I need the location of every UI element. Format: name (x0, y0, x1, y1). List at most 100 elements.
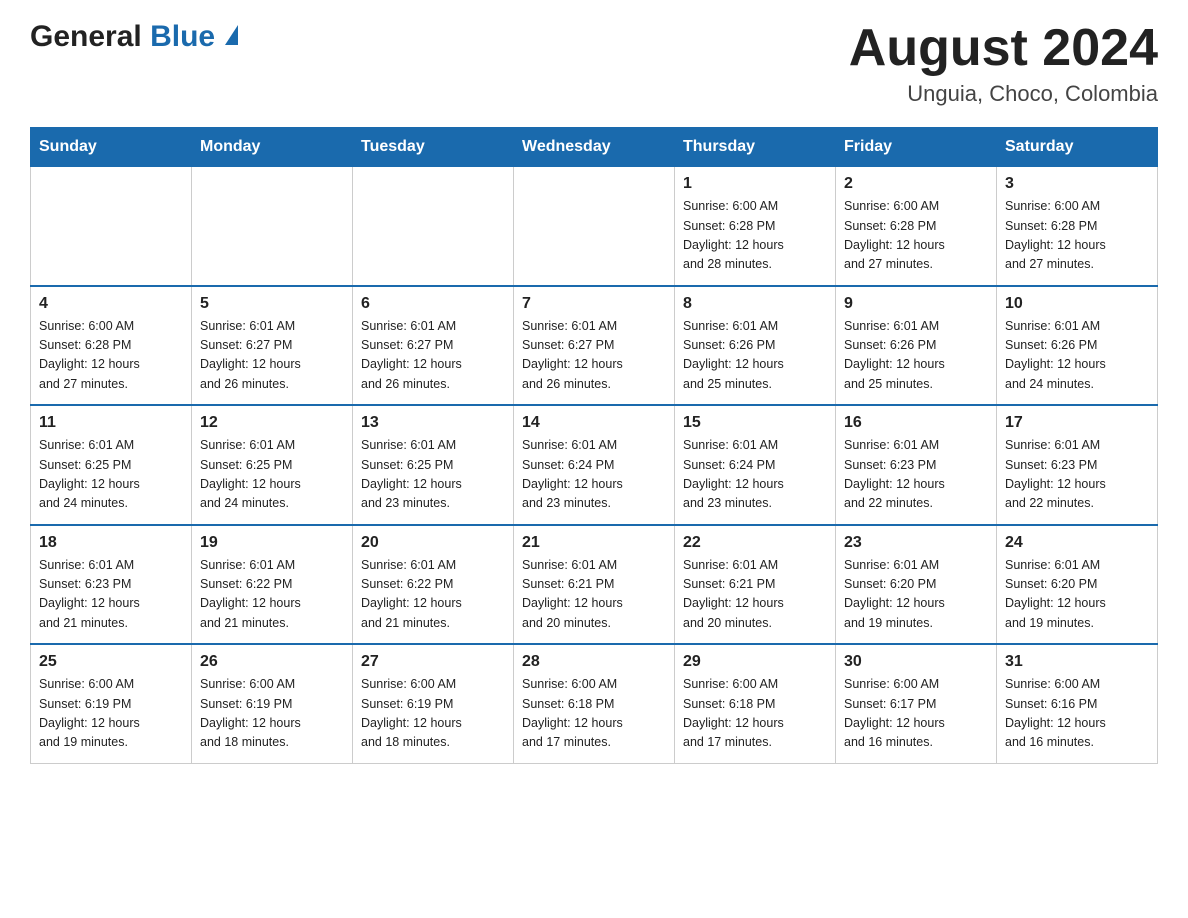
day-number: 4 (39, 295, 183, 313)
calendar-cell: 6Sunrise: 6:01 AM Sunset: 6:27 PM Daylig… (353, 286, 514, 406)
day-number: 21 (522, 534, 666, 552)
calendar-cell: 21 Sunrise: 6:01 AM Sunset: 6:21 PM Dayli… (514, 525, 675, 645)
day-number: 27 (361, 653, 505, 671)
day-number: 6 (361, 295, 505, 313)
day-number: 20 (361, 534, 505, 552)
cell-details: Sunrise: 6:01 AM Sunset: 6:26 PM Dayligh… (683, 317, 827, 395)
day-number: 18 (39, 534, 183, 552)
day-number: 25 (39, 653, 183, 671)
calendar-cell: 20 Sunrise: 6:01 AM Sunset: 6:22 PM Dayli… (353, 525, 514, 645)
calendar-cell: 19 Sunrise: 6:01 AM Sunset: 6:22 PM Dayli… (192, 525, 353, 645)
week-row-4: 18Sunrise: 6:01 AM Sunset: 6:23 PM Dayli… (31, 525, 1158, 645)
cell-details: Sunrise: 6:01 AM Sunset: 6:23 PM Dayligh… (844, 436, 988, 514)
calendar-cell: 12Sunrise: 6:01 AM Sunset: 6:25 PM Dayli… (192, 405, 353, 525)
calendar-cell (192, 167, 353, 286)
cell-details: Sunrise: 6:01 AM Sunset: 6:26 PM Dayligh… (1005, 317, 1149, 395)
calendar-cell: 5 Sunrise: 6:01 AM Sunset: 6:27 PM Daylig… (192, 286, 353, 406)
calendar-cell: 29Sunrise: 6:00 AM Sunset: 6:18 PM Dayli… (675, 644, 836, 763)
calendar-cell: 17Sunrise: 6:01 AM Sunset: 6:23 PM Dayli… (997, 405, 1158, 525)
weekday-header-monday: Monday (192, 128, 353, 167)
week-row-5: 25 Sunrise: 6:00 AM Sunset: 6:19 PM Dayli… (31, 644, 1158, 763)
day-number: 3 (1005, 175, 1149, 193)
calendar-cell: 1 Sunrise: 6:00 AM Sunset: 6:28 PM Daylig… (675, 167, 836, 286)
logo: General Blue (30, 20, 238, 54)
day-number: 2 (844, 175, 988, 193)
day-number: 11 (39, 414, 183, 432)
calendar-cell: 28Sunrise: 6:00 AM Sunset: 6:18 PM Dayli… (514, 644, 675, 763)
day-number: 29 (683, 653, 827, 671)
calendar-cell: 10 Sunrise: 6:01 AM Sunset: 6:26 PM Dayli… (997, 286, 1158, 406)
cell-details: Sunrise: 6:01 AM Sunset: 6:22 PM Dayligh… (200, 556, 344, 634)
cell-details: Sunrise: 6:00 AM Sunset: 6:28 PM Dayligh… (683, 197, 827, 275)
day-number: 13 (361, 414, 505, 432)
calendar-cell: 22 Sunrise: 6:01 AM Sunset: 6:21 PM Dayli… (675, 525, 836, 645)
cell-details: Sunrise: 6:01 AM Sunset: 6:22 PM Dayligh… (361, 556, 505, 634)
calendar-cell: 23 Sunrise: 6:01 AM Sunset: 6:20 PM Dayli… (836, 525, 997, 645)
week-row-3: 11 Sunrise: 6:01 AM Sunset: 6:25 PM Dayli… (31, 405, 1158, 525)
cell-details: Sunrise: 6:00 AM Sunset: 6:28 PM Dayligh… (1005, 197, 1149, 275)
cell-details: Sunrise: 6:01 AM Sunset: 6:21 PM Dayligh… (683, 556, 827, 634)
day-number: 30 (844, 653, 988, 671)
day-number: 23 (844, 534, 988, 552)
calendar-cell: 4 Sunrise: 6:00 AM Sunset: 6:28 PM Daylig… (31, 286, 192, 406)
weekday-header-thursday: Thursday (675, 128, 836, 167)
cell-details: Sunrise: 6:00 AM Sunset: 6:16 PM Dayligh… (1005, 675, 1149, 753)
day-number: 22 (683, 534, 827, 552)
week-row-2: 4 Sunrise: 6:00 AM Sunset: 6:28 PM Daylig… (31, 286, 1158, 406)
day-number: 31 (1005, 653, 1149, 671)
cell-details: Sunrise: 6:00 AM Sunset: 6:19 PM Dayligh… (39, 675, 183, 753)
cell-details: Sunrise: 6:01 AM Sunset: 6:20 PM Dayligh… (844, 556, 988, 634)
weekday-header-saturday: Saturday (997, 128, 1158, 167)
title-section: August 2024 Unguia, Choco, Colombia (849, 20, 1158, 107)
cell-details: Sunrise: 6:01 AM Sunset: 6:23 PM Dayligh… (1005, 436, 1149, 514)
day-number: 5 (200, 295, 344, 313)
day-number: 1 (683, 175, 827, 193)
day-number: 26 (200, 653, 344, 671)
calendar-table: SundayMondayTuesdayWednesdayThursdayFrid… (30, 127, 1158, 764)
day-number: 15 (683, 414, 827, 432)
day-number: 14 (522, 414, 666, 432)
weekday-header-wednesday: Wednesday (514, 128, 675, 167)
calendar-cell (514, 167, 675, 286)
cell-details: Sunrise: 6:01 AM Sunset: 6:20 PM Dayligh… (1005, 556, 1149, 634)
day-number: 8 (683, 295, 827, 313)
day-number: 19 (200, 534, 344, 552)
week-row-1: 1 Sunrise: 6:00 AM Sunset: 6:28 PM Daylig… (31, 167, 1158, 286)
logo-general: General (30, 20, 142, 53)
weekday-header-sunday: Sunday (31, 128, 192, 167)
day-number: 10 (1005, 295, 1149, 313)
calendar-cell: 2Sunrise: 6:00 AM Sunset: 6:28 PM Daylig… (836, 167, 997, 286)
day-number: 9 (844, 295, 988, 313)
day-number: 16 (844, 414, 988, 432)
cell-details: Sunrise: 6:00 AM Sunset: 6:28 PM Dayligh… (39, 317, 183, 395)
day-number: 7 (522, 295, 666, 313)
weekday-header-tuesday: Tuesday (353, 128, 514, 167)
weekday-header-row: SundayMondayTuesdayWednesdayThursdayFrid… (31, 128, 1158, 167)
calendar-cell: 14Sunrise: 6:01 AM Sunset: 6:24 PM Dayli… (514, 405, 675, 525)
calendar-cell: 25 Sunrise: 6:00 AM Sunset: 6:19 PM Dayli… (31, 644, 192, 763)
logo-blue-text: Blue (142, 20, 239, 53)
month-title: August 2024 (849, 20, 1158, 77)
cell-details: Sunrise: 6:01 AM Sunset: 6:25 PM Dayligh… (361, 436, 505, 514)
calendar-cell: 27Sunrise: 6:00 AM Sunset: 6:19 PM Dayli… (353, 644, 514, 763)
calendar-cell: 3 Sunrise: 6:00 AM Sunset: 6:28 PM Daylig… (997, 167, 1158, 286)
day-number: 24 (1005, 534, 1149, 552)
cell-details: Sunrise: 6:00 AM Sunset: 6:19 PM Dayligh… (200, 675, 344, 753)
calendar-cell (31, 167, 192, 286)
cell-details: Sunrise: 6:01 AM Sunset: 6:24 PM Dayligh… (683, 436, 827, 514)
calendar-cell: 7Sunrise: 6:01 AM Sunset: 6:27 PM Daylig… (514, 286, 675, 406)
cell-details: Sunrise: 6:00 AM Sunset: 6:18 PM Dayligh… (522, 675, 666, 753)
calendar-cell: 13 Sunrise: 6:01 AM Sunset: 6:25 PM Dayli… (353, 405, 514, 525)
cell-details: Sunrise: 6:00 AM Sunset: 6:17 PM Dayligh… (844, 675, 988, 753)
calendar-cell: 31 Sunrise: 6:00 AM Sunset: 6:16 PM Dayli… (997, 644, 1158, 763)
cell-details: Sunrise: 6:01 AM Sunset: 6:26 PM Dayligh… (844, 317, 988, 395)
calendar-cell: 15 Sunrise: 6:01 AM Sunset: 6:24 PM Dayli… (675, 405, 836, 525)
cell-details: Sunrise: 6:01 AM Sunset: 6:27 PM Dayligh… (200, 317, 344, 395)
cell-details: Sunrise: 6:01 AM Sunset: 6:21 PM Dayligh… (522, 556, 666, 634)
logo-triangle-icon (225, 25, 238, 45)
calendar-cell: 9 Sunrise: 6:01 AM Sunset: 6:26 PM Daylig… (836, 286, 997, 406)
calendar-cell: 11Sunrise: 6:01 AM Sunset: 6:25 PM Dayli… (31, 405, 192, 525)
calendar-cell: 26 Sunrise: 6:00 AM Sunset: 6:19 PM Dayli… (192, 644, 353, 763)
calendar-cell: 16 Sunrise: 6:01 AM Sunset: 6:23 PM Dayli… (836, 405, 997, 525)
calendar-cell: 18Sunrise: 6:01 AM Sunset: 6:23 PM Dayli… (31, 525, 192, 645)
